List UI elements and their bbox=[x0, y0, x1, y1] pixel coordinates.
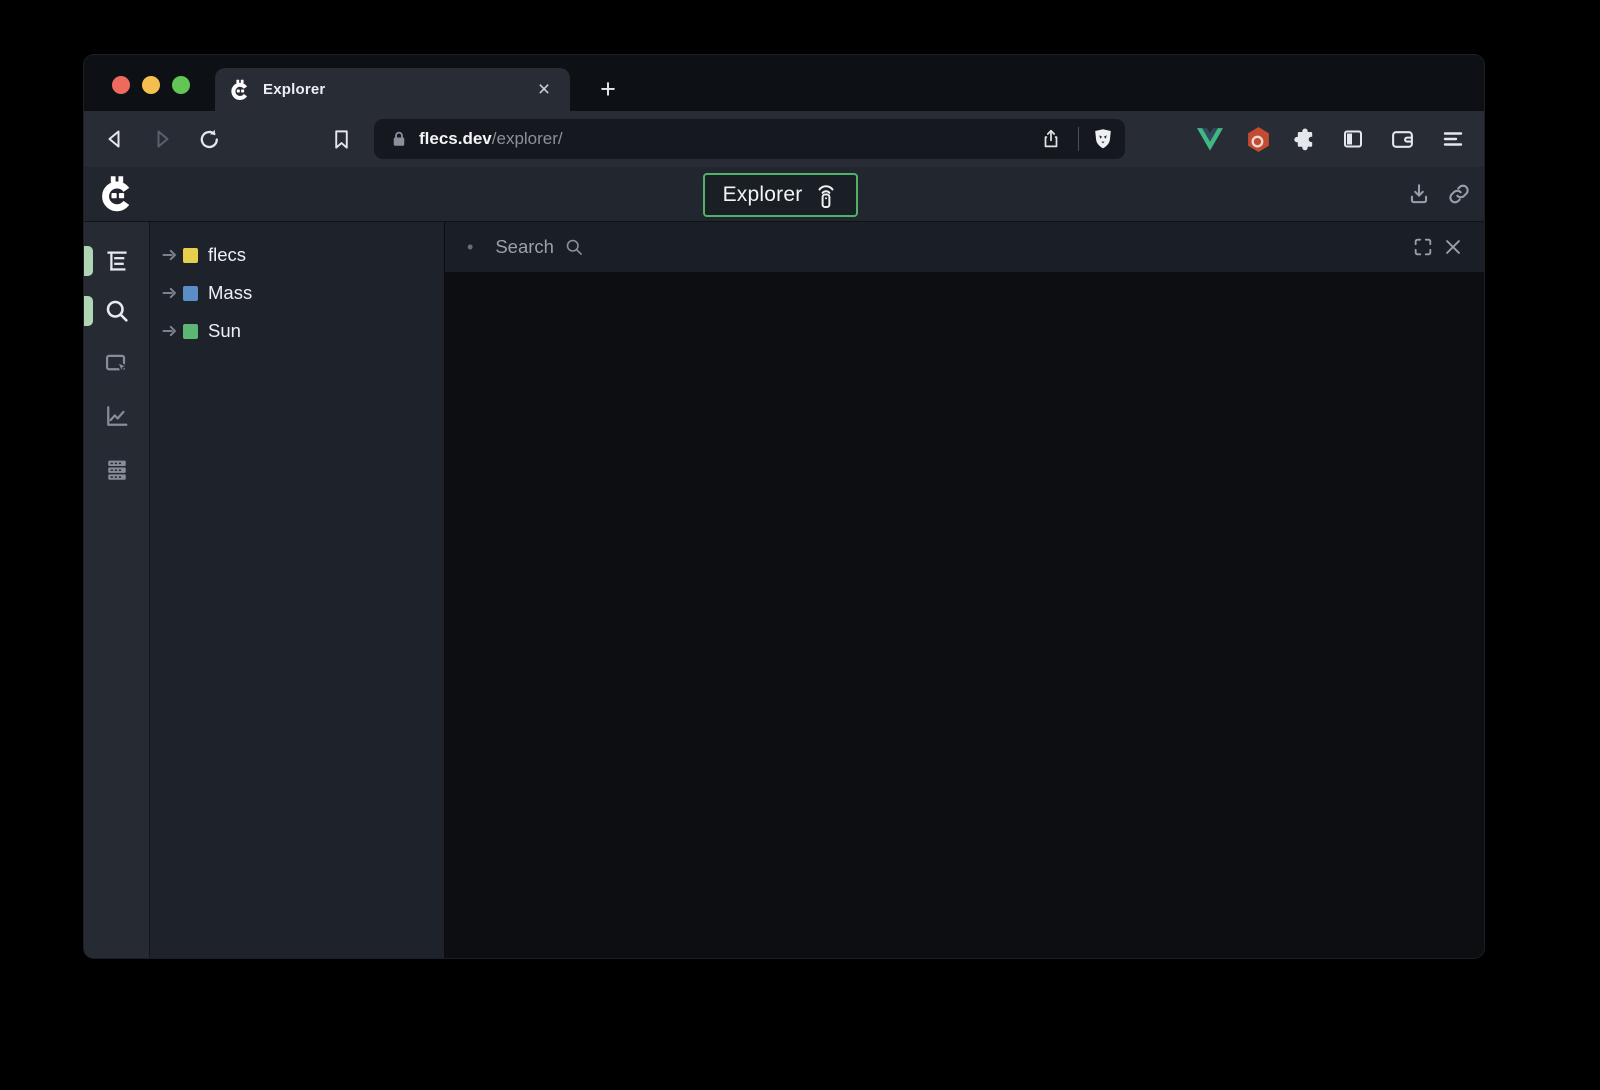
minimize-window-button[interactable] bbox=[142, 76, 160, 94]
search-results-area[interactable] bbox=[445, 272, 1484, 958]
tool-sidebar bbox=[84, 222, 150, 958]
menu-icon[interactable] bbox=[1436, 122, 1470, 156]
tree-row-flecs[interactable]: flecs bbox=[150, 236, 444, 274]
search-magnifier-icon bbox=[564, 237, 585, 258]
app-title-button[interactable]: Explorer bbox=[703, 173, 858, 217]
entity-color-swatch bbox=[183, 324, 198, 339]
browser-titlebar: Explorer × + bbox=[84, 55, 1484, 111]
entity-tree-icon[interactable] bbox=[103, 248, 130, 275]
macos-traffic-lights bbox=[112, 76, 190, 94]
remote-signal-icon bbox=[814, 182, 838, 209]
search-tool-icon[interactable] bbox=[103, 297, 131, 325]
forward-button[interactable] bbox=[145, 122, 179, 156]
new-tab-button[interactable]: + bbox=[586, 68, 630, 111]
zoom-window-button[interactable] bbox=[172, 76, 190, 94]
app-content: flecs Mass Sun bbox=[84, 222, 1484, 958]
url-path: /explorer/ bbox=[492, 129, 563, 148]
active-indicator-search bbox=[84, 296, 93, 326]
share-button[interactable] bbox=[1036, 128, 1066, 150]
expand-arrow-icon[interactable] bbox=[162, 286, 179, 300]
tree-item-label: Sun bbox=[208, 320, 241, 342]
sidebar-toggle-icon[interactable] bbox=[1336, 122, 1370, 156]
vue-devtools-extension-icon[interactable] bbox=[1193, 122, 1227, 156]
tab-title: Explorer bbox=[263, 81, 532, 98]
download-button[interactable] bbox=[1406, 181, 1432, 207]
bookmark-button[interactable] bbox=[324, 122, 358, 156]
lock-icon bbox=[390, 130, 408, 148]
link-button[interactable] bbox=[1446, 181, 1472, 207]
inspect-icon[interactable] bbox=[103, 350, 131, 378]
search-panel-header: • Search bbox=[445, 222, 1484, 272]
entity-color-swatch bbox=[183, 248, 198, 263]
hex-extension-icon[interactable] bbox=[1241, 122, 1275, 156]
tree-item-label: flecs bbox=[208, 244, 246, 266]
tree-item-label: Mass bbox=[208, 282, 252, 304]
url-bar[interactable]: flecs.dev/explorer/ bbox=[374, 119, 1125, 159]
flecs-logo-icon[interactable] bbox=[98, 175, 136, 213]
url-bar-divider bbox=[1078, 127, 1079, 151]
close-window-button[interactable] bbox=[112, 76, 130, 94]
active-indicator-tree bbox=[84, 246, 93, 276]
entity-color-swatch bbox=[183, 286, 198, 301]
search-panel-title[interactable]: Search bbox=[495, 236, 554, 258]
close-panel-button[interactable] bbox=[1438, 232, 1468, 262]
statistics-icon[interactable] bbox=[103, 402, 131, 430]
tables-icon[interactable] bbox=[103, 456, 131, 484]
fullscreen-button[interactable] bbox=[1408, 232, 1438, 262]
tree-row-mass[interactable]: Mass bbox=[150, 274, 444, 312]
search-panel: • Search bbox=[445, 222, 1484, 958]
entity-tree-panel: flecs Mass Sun bbox=[150, 222, 445, 958]
brave-shield-icon[interactable] bbox=[1091, 127, 1115, 151]
expand-arrow-icon[interactable] bbox=[162, 248, 179, 262]
browser-window: Explorer × + fl bbox=[84, 55, 1484, 958]
url-domain: flecs.dev bbox=[419, 129, 492, 148]
app-header: Explorer bbox=[84, 167, 1484, 222]
url-text: flecs.dev/explorer/ bbox=[419, 129, 1036, 149]
flecs-favicon-icon bbox=[229, 79, 251, 101]
tab-close-icon[interactable]: × bbox=[532, 79, 556, 100]
back-button[interactable] bbox=[98, 122, 132, 156]
app-title: Explorer bbox=[723, 183, 803, 207]
extensions-puzzle-icon[interactable] bbox=[1288, 122, 1322, 156]
tree-row-sun[interactable]: Sun bbox=[150, 312, 444, 350]
panel-bullet-icon: • bbox=[467, 237, 473, 258]
browser-tab-explorer[interactable]: Explorer × bbox=[215, 68, 570, 111]
reload-button[interactable] bbox=[192, 122, 226, 156]
wallet-icon[interactable] bbox=[1385, 122, 1419, 156]
browser-toolbar: flecs.dev/explorer/ bbox=[84, 111, 1484, 167]
expand-arrow-icon[interactable] bbox=[162, 324, 179, 338]
